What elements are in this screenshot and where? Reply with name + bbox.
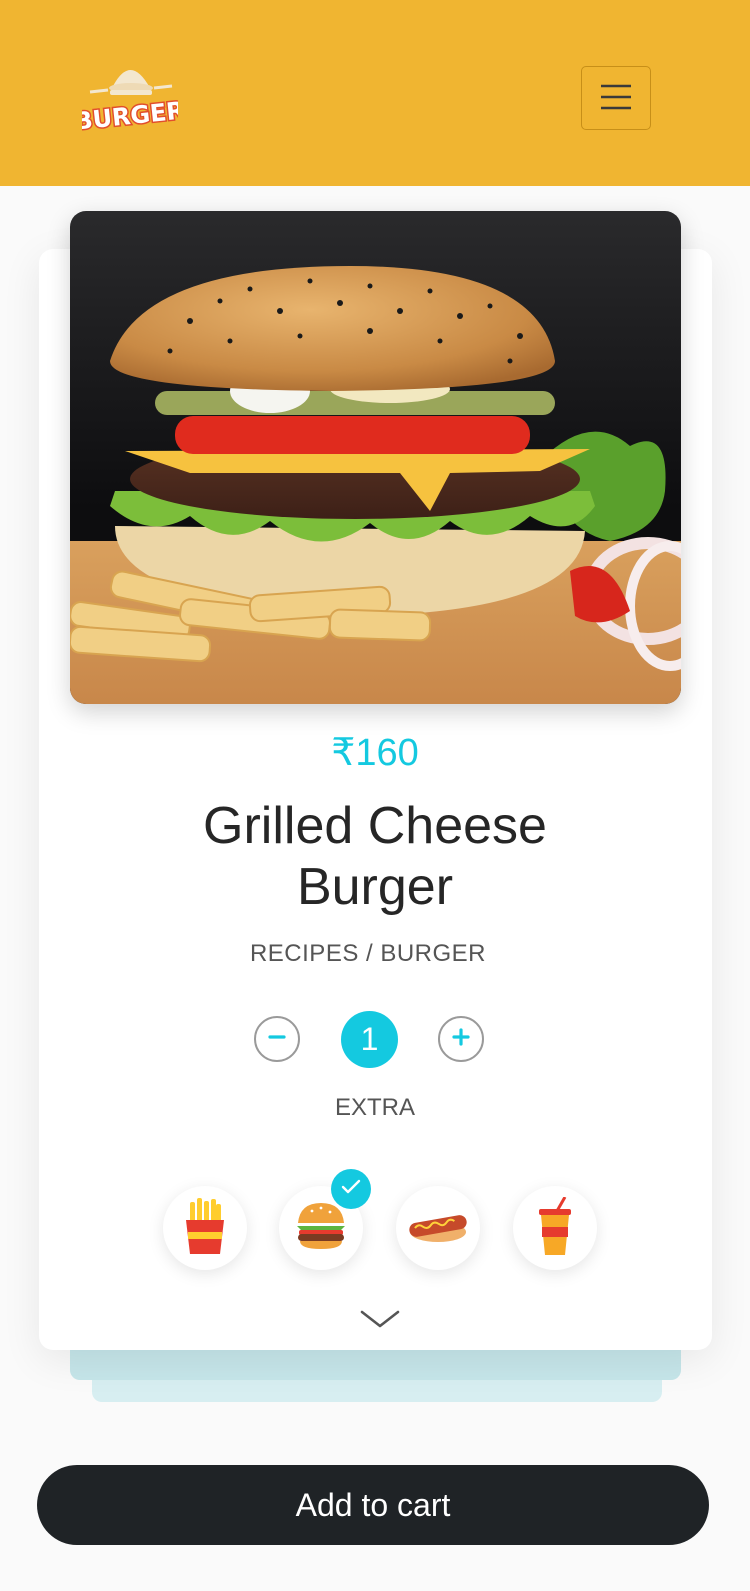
breadcrumb: RECIPES / BURGER: [249, 940, 487, 967]
extra-option-hotdog[interactable]: [396, 1186, 480, 1270]
quantity-decrease-button[interactable]: [254, 1016, 300, 1062]
add-to-cart-button[interactable]: Add to cart: [37, 1465, 709, 1545]
fries-icon: [182, 1197, 228, 1259]
soda-cup-icon: [535, 1195, 575, 1260]
extra-option-soda[interactable]: [513, 1186, 597, 1270]
burger-logo[interactable]: BURGER: [72, 52, 188, 142]
quantity-value: 1: [341, 1011, 398, 1068]
expand-chevron-icon[interactable]: [360, 1308, 400, 1332]
minus-icon: [266, 1026, 288, 1053]
product-title: Grilled Cheese Burger: [203, 797, 547, 916]
app-header: BURGER: [0, 0, 750, 186]
extra-option-fries[interactable]: [163, 1186, 247, 1270]
svg-text:BURGER: BURGER: [82, 96, 178, 135]
burger-icon: [294, 1201, 348, 1256]
menu-toggle-button[interactable]: [581, 66, 651, 130]
product-price: ₹160: [331, 732, 419, 774]
hotdog-icon: [407, 1208, 469, 1249]
quantity-increase-button[interactable]: [438, 1016, 484, 1062]
extras-label: EXTRA: [334, 1094, 415, 1121]
checkmark-icon: [341, 1179, 361, 1200]
hamburger-menu-icon: [599, 83, 633, 114]
plus-icon: [450, 1026, 472, 1053]
product-image: [70, 211, 681, 704]
selected-check-badge: [331, 1169, 371, 1209]
